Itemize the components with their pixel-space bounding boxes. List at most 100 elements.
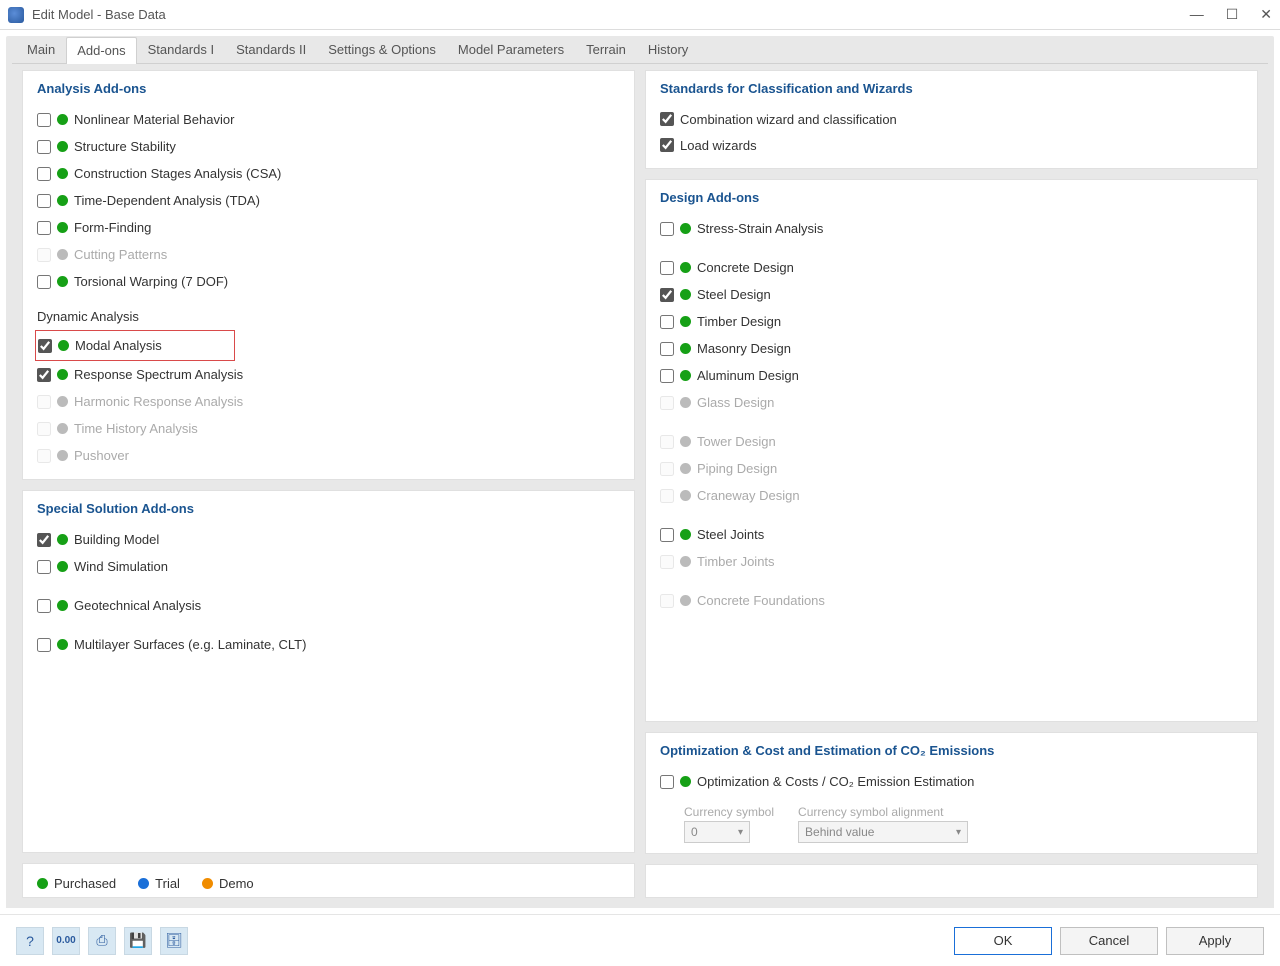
- design-mat-checkbox-0[interactable]: [660, 261, 674, 275]
- addon-row: Building Model: [37, 526, 620, 553]
- status-dot: [57, 561, 68, 572]
- tab-model-parameters[interactable]: Model Parameters: [447, 36, 575, 63]
- checkbox-optimization[interactable]: [660, 775, 674, 789]
- footer: ? 0.00 ⎙ 💾 🗄 OK Cancel Apply: [0, 914, 1280, 966]
- status-dot: [57, 396, 68, 407]
- select-value: Behind value: [805, 825, 874, 839]
- addon-label: Steel Design: [697, 287, 771, 302]
- addon-label: Time-Dependent Analysis (TDA): [74, 193, 260, 208]
- addon-label: Piping Design: [697, 461, 777, 476]
- dynamic-checkbox-2: [37, 395, 51, 409]
- special-checkbox-0[interactable]: [37, 533, 51, 547]
- units-button[interactable]: 0.00: [52, 927, 80, 955]
- tab-standards-ii[interactable]: Standards II: [225, 36, 317, 63]
- status-dot: [680, 370, 691, 381]
- select-currency-alignment: Behind value ▾: [798, 821, 968, 843]
- dynamic-checkbox-4: [37, 449, 51, 463]
- addon-row: Multilayer Surfaces (e.g. Laminate, CLT): [37, 631, 620, 658]
- tab-history[interactable]: History: [637, 36, 699, 63]
- status-dot: [57, 141, 68, 152]
- status-dot: [57, 450, 68, 461]
- app-icon: [8, 7, 24, 23]
- status-dot: [57, 249, 68, 260]
- tab-settings-options[interactable]: Settings & Options: [317, 36, 447, 63]
- analysis-checkbox-4[interactable]: [37, 221, 51, 235]
- addon-label: Optimization & Costs / CO₂ Emission Esti…: [697, 774, 974, 789]
- export-button[interactable]: ⎙: [88, 927, 116, 955]
- checkbox-stress-strain[interactable]: [660, 222, 674, 236]
- status-dot: [680, 490, 691, 501]
- cancel-button[interactable]: Cancel: [1060, 927, 1158, 955]
- panel-special-solution: Special Solution Add-ons Building Model W…: [22, 490, 635, 853]
- heading-special: Special Solution Add-ons: [37, 501, 620, 516]
- design-tower-checkbox-0: [660, 435, 674, 449]
- analysis-checkbox-3[interactable]: [37, 194, 51, 208]
- addon-row: Piping Design: [660, 455, 1243, 482]
- dynamic-checkbox-1[interactable]: [37, 368, 51, 382]
- tab-add-ons[interactable]: Add-ons: [66, 37, 136, 64]
- addon-label: Response Spectrum Analysis: [74, 367, 243, 382]
- addon-label: Construction Stages Analysis (CSA): [74, 166, 281, 181]
- addon-row: Stress-Strain Analysis: [660, 215, 1243, 242]
- addon-row: Wind Simulation: [37, 553, 620, 580]
- design-mat-checkbox-2[interactable]: [660, 315, 674, 329]
- status-dot: [57, 276, 68, 287]
- design-mat-checkbox-1[interactable]: [660, 288, 674, 302]
- status-dot: [57, 423, 68, 434]
- database-button[interactable]: 🗄: [160, 927, 188, 955]
- status-dot: [57, 369, 68, 380]
- status-dot: [680, 223, 691, 234]
- tab-terrain[interactable]: Terrain: [575, 36, 637, 63]
- tab-main[interactable]: Main: [16, 36, 66, 63]
- addon-row: Aluminum Design: [660, 362, 1243, 389]
- tab-standards-i[interactable]: Standards I: [137, 36, 226, 63]
- design-joint-checkbox-0[interactable]: [660, 528, 674, 542]
- chevron-down-icon: ▾: [738, 827, 743, 838]
- design-mat-checkbox-4[interactable]: [660, 369, 674, 383]
- standards-checkbox-0[interactable]: [660, 112, 674, 126]
- design-tower-checkbox-2: [660, 489, 674, 503]
- status-dot: [58, 340, 69, 351]
- select-value: 0: [691, 825, 698, 839]
- addon-label: Torsional Warping (7 DOF): [74, 274, 228, 289]
- addon-label: Timber Joints: [697, 554, 775, 569]
- addon-row: Concrete Foundations: [660, 587, 1243, 614]
- close-button[interactable]: ✕: [1260, 6, 1272, 23]
- addon-row: Time History Analysis: [37, 415, 620, 442]
- addon-label: Modal Analysis: [75, 338, 162, 353]
- status-dot: [680, 776, 691, 787]
- standards-label: Load wizards: [680, 138, 757, 153]
- addon-row: Optimization & Costs / CO₂ Emission Esti…: [660, 768, 1243, 795]
- checkbox-geotechnical[interactable]: [37, 599, 51, 613]
- status-dot: [680, 556, 691, 567]
- analysis-checkbox-0[interactable]: [37, 113, 51, 127]
- maximize-button[interactable]: ☐: [1226, 6, 1239, 23]
- status-dot: [680, 316, 691, 327]
- design-mat-checkbox-5: [660, 396, 674, 410]
- panel-legend: Purchased Trial Demo: [22, 863, 635, 898]
- tabbar: MainAdd-onsStandards IStandards IISettin…: [12, 36, 1268, 64]
- dynamic-checkbox-0[interactable]: [38, 339, 52, 353]
- panel-empty: [645, 864, 1258, 898]
- minimize-button[interactable]: —: [1190, 6, 1204, 23]
- apply-button[interactable]: Apply: [1166, 927, 1264, 955]
- checkbox-multilayer[interactable]: [37, 638, 51, 652]
- status-dot: [57, 168, 68, 179]
- save-button[interactable]: 💾: [124, 927, 152, 955]
- heading-optimization: Optimization & Cost and Estimation of CO…: [660, 743, 1243, 758]
- help-button[interactable]: ?: [16, 927, 44, 955]
- addon-row: Form-Finding: [37, 214, 620, 241]
- special-checkbox-1[interactable]: [37, 560, 51, 574]
- addon-row: Geotechnical Analysis: [37, 592, 620, 619]
- analysis-checkbox-1[interactable]: [37, 140, 51, 154]
- addon-label: Wind Simulation: [74, 559, 168, 574]
- legend-dot-trial: [138, 878, 149, 889]
- standards-checkbox-1[interactable]: [660, 138, 674, 152]
- status-dot: [57, 114, 68, 125]
- addon-label: Building Model: [74, 532, 159, 547]
- design-mat-checkbox-3[interactable]: [660, 342, 674, 356]
- heading-standards: Standards for Classification and Wizards: [660, 81, 1243, 96]
- ok-button[interactable]: OK: [954, 927, 1052, 955]
- analysis-checkbox-2[interactable]: [37, 167, 51, 181]
- analysis-checkbox-6[interactable]: [37, 275, 51, 289]
